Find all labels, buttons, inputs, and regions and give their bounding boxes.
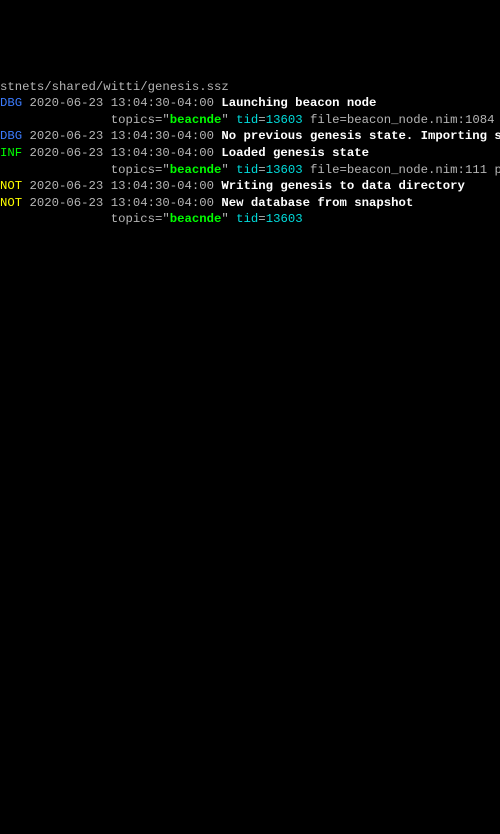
terminal-output: stnets/shared/witti/genesis.ssz DBG 2020…	[0, 79, 500, 228]
log-segment: DBG	[0, 96, 22, 110]
log-segment: beacnde	[170, 212, 222, 226]
log-segment: Loaded genesis state	[221, 146, 369, 160]
log-segment: topics="	[465, 179, 500, 193]
log-segment: NOT	[0, 179, 22, 193]
log-segment: No previous genesis state. Importing sna…	[221, 129, 500, 143]
log-segment	[303, 212, 310, 226]
log-segment: stnets/shared/witti/genesis.ssz	[0, 80, 229, 94]
log-segment: Writing genesis to data directory	[221, 179, 465, 193]
log-segment: 13603	[266, 113, 303, 127]
log-segment: =	[258, 113, 265, 127]
log-segment: Launching beacon node	[221, 96, 376, 110]
log-segment: beacnde	[170, 113, 222, 127]
log-segment: topics="	[0, 113, 170, 127]
log-segment: =	[258, 212, 265, 226]
log-segment: INF	[0, 146, 22, 160]
log-segment: DBG	[0, 129, 22, 143]
log-segment: =	[258, 163, 265, 177]
log-segment: 13603	[266, 212, 303, 226]
log-segment: tid	[236, 113, 258, 127]
log-segment: file=beacon_node.nim:111 path=/root/nim-…	[303, 163, 500, 177]
log-segment: tid	[236, 163, 258, 177]
log-segment: 13603	[266, 163, 303, 177]
log-segment: topics="	[0, 212, 170, 226]
log-segment: "	[221, 163, 236, 177]
log-segment: beacnde	[170, 163, 222, 177]
log-segment: topics="	[0, 163, 170, 177]
log-segment: 2020-06-23 13:04:30-04:00	[22, 96, 221, 110]
log-segment: NOT	[0, 196, 22, 210]
log-segment: tid	[236, 212, 258, 226]
log-segment: file=beacon_node.nim:1084	[303, 113, 500, 127]
log-segment: 2020-06-23 13:04:30-04:00	[22, 196, 221, 210]
log-segment: 2020-06-23 13:04:30-04:00	[22, 146, 221, 160]
log-segment: New database from snapshot	[221, 196, 413, 210]
log-segment: "	[221, 113, 236, 127]
log-segment: 2020-06-23 13:04:30-04:00	[22, 179, 221, 193]
log-segment: 2020-06-23 13:04:30-04:00	[22, 129, 221, 143]
log-segment: "	[221, 212, 236, 226]
